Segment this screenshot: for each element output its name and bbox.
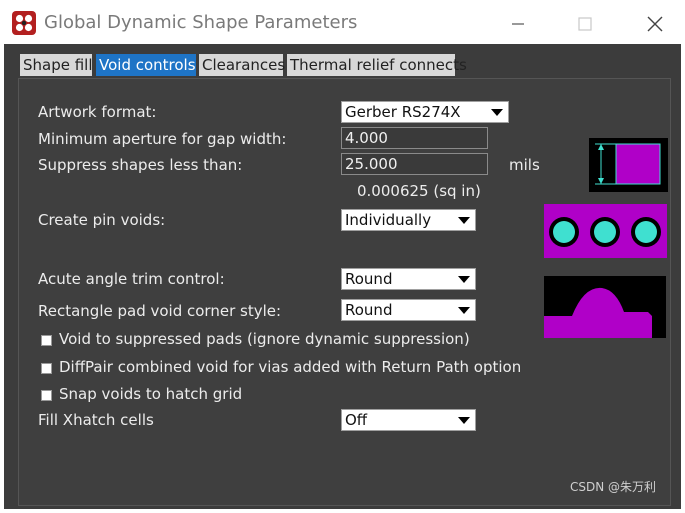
artwork-format-label: Artwork format: — [38, 103, 157, 121]
window-title: Global Dynamic Shape Parameters — [44, 12, 358, 33]
close-icon — [647, 16, 663, 32]
app-icon — [12, 11, 36, 35]
void-suppressed-pads-label: Void to suppressed pads (ignore dynamic … — [59, 330, 470, 348]
diffpair-void-label: DiffPair combined void for vias added wi… — [59, 358, 522, 376]
dialog-window: Global Dynamic Shape Parameters Shape fi… — [4, 4, 681, 509]
maximize-icon — [578, 17, 592, 31]
pin-voids-value: Individually — [345, 211, 432, 229]
chevron-down-icon — [491, 109, 503, 116]
maximize-button[interactable] — [569, 10, 601, 38]
chevron-down-icon — [458, 417, 470, 424]
tab-bar: Shape fill Void controls Clearances Ther… — [4, 54, 681, 78]
acute-angle-label: Acute angle trim control: — [38, 270, 225, 288]
fill-xhatch-label: Fill Xhatch cells — [38, 411, 154, 429]
rect-pad-corner-label: Rectangle pad void corner style: — [38, 302, 282, 320]
suppress-shape-preview — [589, 138, 668, 192]
tab-thermal-relief-connects[interactable]: Thermal relief connects — [287, 54, 467, 76]
rect-pad-corner-value: Round — [345, 301, 393, 319]
suppress-shapes-unit: mils — [509, 156, 540, 174]
close-button[interactable] — [639, 10, 671, 38]
pin-voids-label: Create pin voids: — [38, 211, 166, 229]
min-aperture-input[interactable]: 4.000 — [341, 127, 488, 149]
suppress-shapes-area: 0.000625 (sq in) — [357, 182, 481, 200]
tab-clearances[interactable]: Clearances — [199, 54, 285, 76]
void-controls-panel: Artwork format: Gerber RS274X Minimum ap… — [18, 78, 671, 506]
pin-voids-preview — [544, 204, 667, 258]
rect-pad-corner-select[interactable]: Round — [341, 299, 476, 321]
void-suppressed-pads-checkbox[interactable] — [41, 335, 52, 346]
chevron-down-icon — [458, 217, 470, 224]
minimize-button[interactable] — [502, 10, 534, 38]
artwork-format-value: Gerber RS274X — [345, 103, 461, 121]
tab-void-controls[interactable]: Void controls — [96, 54, 196, 76]
snap-voids-label: Snap voids to hatch grid — [59, 385, 243, 403]
fill-xhatch-select[interactable]: Off — [341, 409, 476, 431]
watermark: CSDN @朱万利 — [569, 480, 656, 494]
title-bar[interactable]: Global Dynamic Shape Parameters — [4, 4, 681, 44]
chevron-down-icon — [458, 307, 470, 314]
corner-style-preview — [544, 276, 666, 338]
suppress-shapes-input[interactable]: 25.000 — [341, 153, 488, 175]
tab-shape-fill[interactable]: Shape fill — [20, 54, 93, 76]
chevron-down-icon — [458, 276, 470, 283]
acute-angle-select[interactable]: Round — [341, 268, 476, 290]
artwork-format-select[interactable]: Gerber RS274X — [341, 101, 509, 123]
suppress-shapes-label: Suppress shapes less than: — [38, 156, 243, 174]
minimize-icon — [512, 23, 524, 25]
snap-voids-checkbox[interactable] — [41, 390, 52, 401]
min-aperture-label: Minimum aperture for gap width: — [38, 130, 287, 148]
diffpair-void-checkbox[interactable] — [41, 363, 52, 374]
fill-xhatch-value: Off — [345, 411, 368, 429]
pin-voids-select[interactable]: Individually — [341, 209, 476, 231]
acute-angle-value: Round — [345, 270, 393, 288]
